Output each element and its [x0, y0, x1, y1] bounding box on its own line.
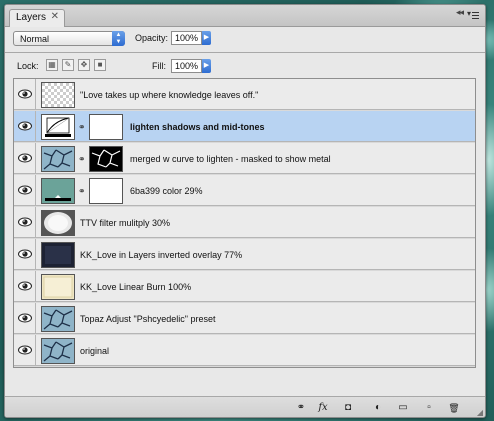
panel-footer: ⚭ fx ◘ ◐ ▭ ▫ 🗑 ◢	[5, 396, 485, 417]
opacity-field[interactable]: 100%	[171, 31, 202, 45]
layer-thumbnail[interactable]	[41, 178, 75, 204]
layer-thumbnail[interactable]	[41, 114, 75, 140]
layer-row[interactable]: KK_Love Linear Burn 100%	[14, 271, 475, 302]
layer-name[interactable]: merged w curve to lighten - masked to sh…	[130, 154, 331, 164]
layer-row[interactable]: ⚭ lighten shadows and mid-tones	[14, 111, 475, 142]
layer-thumbnail[interactable]	[41, 306, 75, 332]
fill-label: Fill:	[152, 61, 166, 71]
layer-mask-thumbnail[interactable]	[89, 146, 123, 172]
layer-row[interactable]: ⚭ merged w curve to lighten - masked to s…	[14, 143, 475, 174]
layer-thumbnail[interactable]	[41, 242, 75, 268]
options-divider	[5, 52, 485, 53]
layer-thumbnail[interactable]	[41, 82, 75, 108]
resize-grip-icon[interactable]: ◢	[477, 408, 483, 417]
opacity-label: Opacity:	[135, 33, 169, 43]
panel-menu-icon[interactable]	[467, 9, 479, 21]
close-tab-icon[interactable]: ✕	[51, 11, 59, 22]
lock-transparent-pixels-icon[interactable]: ▦	[46, 59, 58, 71]
visibility-eye-icon[interactable]	[14, 335, 36, 366]
visibility-eye-icon[interactable]	[14, 239, 36, 270]
trash-icon[interactable]: 🗑	[446, 402, 462, 415]
mask-link-icon[interactable]: ⚭	[78, 186, 86, 197]
layers-tab[interactable]: Layers ✕	[9, 9, 65, 27]
visibility-eye-icon[interactable]	[14, 303, 36, 334]
lock-image-pixels-icon[interactable]: ✎	[62, 59, 74, 71]
layers-panel: Layers ✕ ◂◂ Normal ▲▼ Opacity: 100% ▶ Lo…	[4, 4, 486, 418]
layer-name[interactable]: "Love takes up where knowledge leaves of…	[80, 90, 258, 100]
collapse-icon[interactable]: ◂◂	[456, 7, 464, 18]
visibility-eye-icon[interactable]	[14, 271, 36, 302]
layer-row[interactable]: ⚭ 6ba399 color 29%	[14, 175, 475, 206]
visibility-eye-icon[interactable]	[14, 143, 36, 174]
lock-position-icon[interactable]: ✥	[78, 59, 90, 71]
fx-icon[interactable]: fx	[315, 402, 331, 415]
visibility-eye-icon[interactable]	[14, 79, 36, 110]
visibility-eye-icon[interactable]	[14, 111, 36, 142]
blend-mode-arrow-icon: ▲ ▼	[112, 31, 125, 46]
opacity-slider-button[interactable]: ▶	[202, 31, 211, 45]
visibility-eye-icon[interactable]	[14, 175, 36, 206]
link-layers-icon[interactable]: ⚭	[293, 402, 309, 415]
panel-tab-bar: Layers ✕ ◂◂	[5, 5, 485, 27]
new-group-icon[interactable]: ▭	[395, 402, 411, 415]
visibility-eye-icon[interactable]	[14, 207, 36, 238]
layer-row[interactable]: original	[14, 335, 475, 366]
layer-row[interactable]: TTV filter mulitply 30%	[14, 207, 475, 238]
layer-thumbnail[interactable]	[41, 338, 75, 364]
layer-mask-thumbnail[interactable]	[89, 114, 123, 140]
lock-all-icon[interactable]: ■	[94, 59, 106, 71]
layer-name[interactable]: TTV filter mulitply 30%	[80, 218, 170, 228]
layer-row[interactable]: "Love takes up where knowledge leaves of…	[14, 79, 475, 110]
layer-name[interactable]: 6ba399 color 29%	[130, 186, 203, 196]
layer-thumbnail[interactable]	[41, 274, 75, 300]
layer-thumbnail[interactable]	[41, 210, 75, 236]
blend-mode-value: Normal	[20, 34, 50, 44]
layer-row[interactable]: Topaz Adjust "Pshcyedelic" preset	[14, 303, 475, 334]
layer-name[interactable]: Topaz Adjust "Pshcyedelic" preset	[80, 314, 215, 324]
layer-mask-thumbnail[interactable]	[89, 178, 123, 204]
fill-slider-button[interactable]: ▶	[202, 59, 211, 73]
mask-link-icon[interactable]: ⚭	[78, 122, 86, 133]
lock-label: Lock:	[17, 61, 39, 71]
adjustment-layer-icon[interactable]: ◐	[370, 402, 386, 415]
blend-mode-select[interactable]: Normal ▲ ▼	[13, 31, 125, 46]
add-mask-icon[interactable]: ◘	[340, 402, 356, 415]
layer-name[interactable]: original	[80, 346, 109, 356]
new-layer-icon[interactable]: ▫	[421, 402, 437, 415]
layer-name[interactable]: KK_Love Linear Burn 100%	[80, 282, 191, 292]
fill-field[interactable]: 100%	[171, 59, 202, 73]
layer-row[interactable]: KK_Love in Layers inverted overlay 77%	[14, 239, 475, 270]
mask-link-icon[interactable]: ⚭	[78, 154, 86, 165]
layer-thumbnail[interactable]	[41, 146, 75, 172]
layers-tab-label: Layers	[16, 12, 47, 23]
layers-list: "Love takes up where knowledge leaves of…	[13, 78, 476, 368]
layer-name[interactable]: lighten shadows and mid-tones	[130, 122, 265, 132]
layer-name[interactable]: KK_Love in Layers inverted overlay 77%	[80, 250, 242, 260]
